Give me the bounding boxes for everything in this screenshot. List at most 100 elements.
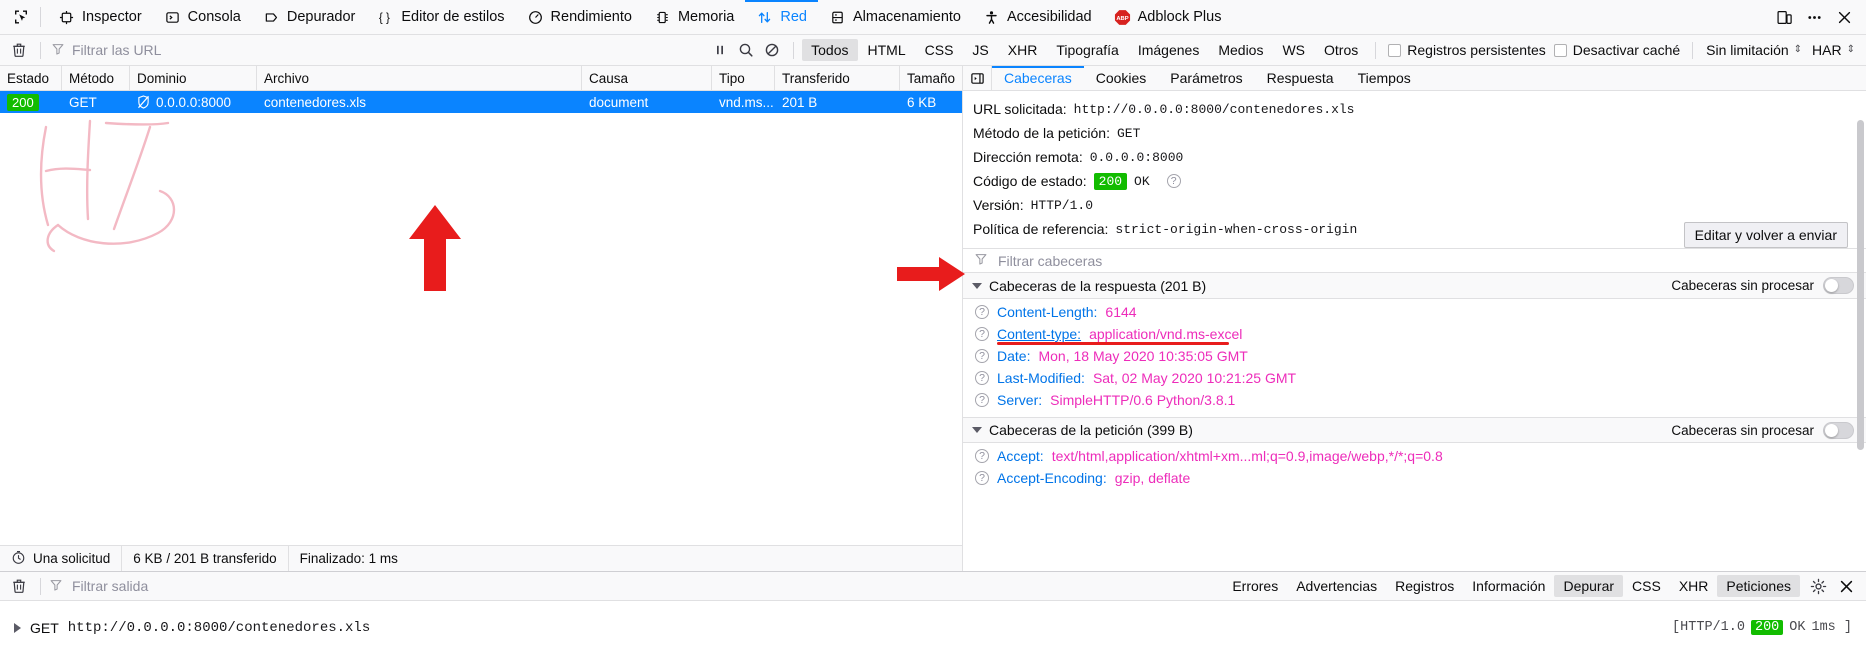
type-filter-todos[interactable]: Todos	[802, 39, 858, 61]
close-devtools-icon[interactable]	[1830, 4, 1858, 31]
expand-twisty-icon[interactable]	[14, 622, 21, 633]
raw-headers-toggle[interactable]	[1823, 277, 1854, 294]
help-icon[interactable]: ?	[975, 393, 989, 407]
header-row-date[interactable]: ? Date: Mon, 18 May 2020 10:35:05 GMT	[963, 345, 1866, 367]
console-filter-input[interactable]	[70, 577, 1224, 595]
tab-red[interactable]: Red	[745, 0, 818, 35]
search-icon[interactable]	[733, 38, 759, 62]
raw-headers-control[interactable]: Cabeceras sin procesar	[1671, 277, 1854, 294]
tab-consola[interactable]: Consola	[153, 0, 252, 35]
tab-adblock-plus[interactable]: ABP Adblock Plus	[1103, 0, 1233, 35]
table-row[interactable]: 200 GET 0.0.0.0:8000 contenedores.xls do…	[0, 91, 962, 113]
type-filter-xhr[interactable]: XHR	[999, 39, 1047, 61]
persistent-logs-checkbox[interactable]: Registros persistentes	[1384, 40, 1550, 60]
tab-almacenamiento[interactable]: Almacenamiento	[818, 0, 972, 35]
tab-tiempos[interactable]: Tiempos	[1346, 66, 1423, 90]
response-headers-group-header[interactable]: Cabeceras de la respuesta (201 B) Cabece…	[963, 273, 1866, 299]
column-header-tamano[interactable]: Tamaño	[900, 66, 962, 90]
header-row-accept[interactable]: ? Accept: text/html,application/xhtml+xm…	[963, 445, 1866, 467]
column-header-dominio[interactable]: Dominio	[130, 66, 257, 90]
trash-icon[interactable]	[6, 574, 32, 598]
help-icon[interactable]: ?	[975, 471, 989, 485]
tab-parametros[interactable]: Parámetros	[1158, 66, 1254, 90]
help-icon[interactable]: ?	[1166, 174, 1181, 188]
group-title-wrap: Cabeceras de la petición (399 B)	[972, 422, 1193, 438]
details-scrollbar[interactable]	[1854, 116, 1866, 571]
gear-icon[interactable]	[1804, 573, 1832, 600]
headers-filter-input[interactable]	[996, 251, 1866, 270]
type-filter-ws[interactable]: WS	[1273, 39, 1314, 61]
cell-estado: 200	[0, 91, 62, 113]
console-filter-peticiones[interactable]: Peticiones	[1717, 575, 1800, 597]
console-filter-field[interactable]	[49, 577, 1224, 595]
tab-memoria[interactable]: Memoria	[643, 0, 745, 35]
disable-cache-label: Desactivar caché	[1572, 42, 1681, 58]
column-header-metodo[interactable]: Método	[62, 66, 130, 90]
tab-inspector[interactable]: Inspector	[47, 0, 153, 35]
tab-label: Adblock Plus	[1137, 9, 1222, 25]
console-filter-xhr[interactable]: XHR	[1670, 575, 1718, 597]
console-filter-registros[interactable]: Registros	[1386, 575, 1463, 597]
console-entry-url[interactable]: http://0.0.0.0:8000/contenedores.xls	[68, 620, 370, 636]
meatball-menu-icon[interactable]	[1800, 4, 1828, 31]
header-row-content-length[interactable]: ? Content-Length: 6144	[963, 301, 1866, 323]
column-header-transferido[interactable]: Transferido	[775, 66, 900, 90]
request-details-pane: Cabeceras Cookies Parámetros Respuesta T…	[963, 66, 1866, 571]
header-row-last-modified[interactable]: ? Last-Modified: Sat, 02 May 2020 10:21:…	[963, 367, 1866, 389]
trash-icon[interactable]	[6, 38, 32, 62]
checkbox-box	[1388, 43, 1402, 57]
type-filter-html[interactable]: HTML	[859, 39, 915, 61]
type-filter-tipografia[interactable]: Tipografía	[1047, 39, 1128, 61]
help-icon[interactable]: ?	[975, 371, 989, 385]
url-filter-input[interactable]	[72, 42, 708, 58]
request-headers-group-header[interactable]: Cabeceras de la petición (399 B) Cabecer…	[963, 417, 1866, 443]
responsive-design-mode-icon[interactable]	[1770, 4, 1798, 31]
url-filter-field[interactable]	[49, 39, 708, 61]
close-icon[interactable]	[1832, 573, 1860, 600]
header-row-content-type[interactable]: ? Content-type: application/vnd.ms-excel	[963, 323, 1866, 345]
type-filter-otros[interactable]: Otros	[1315, 39, 1367, 61]
console-filter-advertencias[interactable]: Advertencias	[1287, 575, 1386, 597]
console-filter-depurar[interactable]: Depurar	[1554, 575, 1624, 597]
edit-and-resend-button[interactable]: Editar y volver a enviar	[1683, 222, 1848, 248]
headers-filter-field[interactable]	[963, 248, 1866, 273]
header-row-server[interactable]: ? Server: SimpleHTTP/0.6 Python/3.8.1	[963, 389, 1866, 411]
tab-respuesta[interactable]: Respuesta	[1255, 66, 1346, 90]
type-filter-medios[interactable]: Medios	[1209, 39, 1272, 61]
column-header-tipo[interactable]: Tipo	[712, 66, 775, 90]
tab-editor-de-estilos[interactable]: { } Editor de estilos	[366, 0, 515, 35]
raw-headers-control[interactable]: Cabeceras sin procesar	[1671, 421, 1854, 439]
disable-cache-checkbox[interactable]: Desactivar caché	[1550, 40, 1684, 60]
help-icon[interactable]: ?	[975, 349, 989, 363]
column-header-estado[interactable]: Estado	[0, 66, 62, 90]
help-icon[interactable]: ?	[975, 449, 989, 463]
console-filter-informacion[interactable]: Información	[1463, 575, 1554, 597]
console-filter-css[interactable]: CSS	[1623, 575, 1670, 597]
panel-toggle-icon[interactable]	[963, 66, 992, 90]
red-arrow-up-annotation	[405, 203, 465, 296]
column-header-causa[interactable]: Causa	[582, 66, 712, 90]
header-row-accept-encoding[interactable]: ? Accept-Encoding: gzip, deflate	[963, 467, 1866, 489]
element-picker-icon[interactable]	[6, 4, 36, 31]
pause-icon[interactable]	[707, 38, 733, 62]
tab-rendimiento[interactable]: Rendimiento	[516, 0, 643, 35]
tab-cookies[interactable]: Cookies	[1084, 66, 1159, 90]
type-filter-imagenes[interactable]: Imágenes	[1129, 39, 1208, 61]
help-icon[interactable]: ?	[975, 305, 989, 319]
header-name: Last-Modified:	[997, 370, 1085, 386]
throttling-select[interactable]: Sin limitación ⇕	[1701, 40, 1807, 60]
scrollbar-thumb[interactable]	[1857, 120, 1864, 450]
block-icon[interactable]	[759, 38, 785, 62]
request-list: 200 GET 0.0.0.0:8000 contenedores.xls do…	[0, 91, 962, 545]
tab-accesibilidad[interactable]: Accesibilidad	[972, 0, 1103, 35]
tab-cabeceras[interactable]: Cabeceras	[992, 66, 1084, 90]
console-filter-errores[interactable]: Errores	[1223, 575, 1287, 597]
type-filter-js[interactable]: JS	[963, 39, 997, 61]
column-header-archivo[interactable]: Archivo	[257, 66, 582, 90]
tab-depurador[interactable]: Depurador	[252, 0, 367, 35]
type-filter-css[interactable]: CSS	[916, 39, 963, 61]
toolbar-divider	[40, 41, 41, 59]
har-menu[interactable]: HAR ⇕	[1807, 40, 1860, 60]
raw-headers-toggle[interactable]	[1823, 421, 1854, 439]
help-icon[interactable]: ?	[975, 327, 989, 341]
